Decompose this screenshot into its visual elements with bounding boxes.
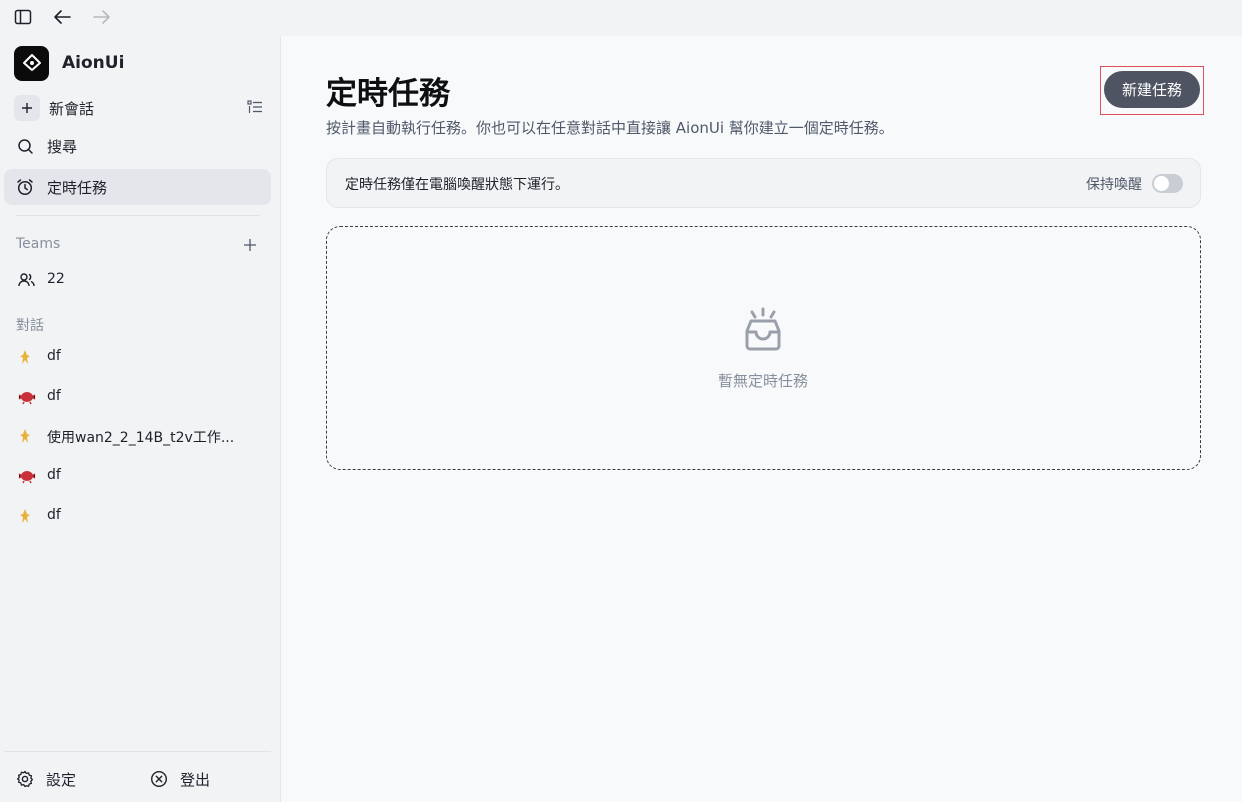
forward-arrow-icon[interactable] (90, 6, 114, 28)
search-icon (16, 137, 34, 155)
yellow-agent-icon (18, 349, 34, 365)
plus-icon (14, 95, 40, 121)
empty-inbox-icon (739, 307, 787, 355)
add-team-icon[interactable] (243, 237, 259, 253)
yellow-agent-icon (18, 428, 34, 444)
brand-name: AionUi (62, 53, 125, 73)
conversation-item[interactable]: df (4, 379, 271, 415)
sidebar-item-search[interactable]: 搜尋 (4, 128, 271, 164)
new-chat-label: 新會話 (49, 100, 95, 118)
settings-button[interactable]: 設定 (16, 764, 76, 794)
close-circle-icon (150, 770, 168, 788)
alarm-clock-icon (16, 178, 34, 196)
conversation-label: df (47, 388, 61, 404)
sidebar-item-label: 定時任務 (47, 179, 108, 197)
conversation-item[interactable]: df (4, 498, 271, 534)
conversation-item[interactable]: df (4, 458, 271, 494)
sidebar-item-label: 搜尋 (47, 138, 78, 156)
page-title: 定時任務 (326, 76, 450, 112)
red-agent-icon (18, 389, 36, 405)
gear-icon (16, 770, 34, 788)
team-label: 22 (47, 271, 65, 287)
keep-awake-toggle[interactable] (1152, 174, 1183, 193)
list-view-icon[interactable] (247, 99, 265, 117)
page-description: 按計畫自動執行任務。你也可以在任意對話中直接讓 AionUi 幫你建立一個定時任… (326, 119, 894, 137)
conversations-section-title: 對話 (16, 318, 44, 334)
toggle-knob (1154, 176, 1169, 191)
main-content: 定時任務 按計畫自動執行任務。你也可以在任意對話中直接讓 AionUi 幫你建立… (280, 36, 1242, 802)
sidebar: AionUi 新會話 搜尋 定時任務 Teams 22 對話 df df 使用w… (0, 36, 280, 802)
conversation-label: df (47, 467, 61, 483)
conversation-label: df (47, 507, 61, 523)
sidebar-item-scheduled-tasks[interactable]: 定時任務 (4, 169, 271, 205)
conversation-item[interactable]: 使用wan2_2_14B_t2v工作... (4, 418, 271, 454)
new-task-highlight: 新建任務 (1100, 66, 1204, 115)
brand[interactable]: AionUi (14, 45, 124, 81)
settings-label: 設定 (46, 770, 77, 789)
conversation-label: 使用wan2_2_14B_t2v工作... (47, 430, 235, 446)
new-chat-button[interactable]: 新會話 (4, 90, 271, 126)
keep-awake-label: 保持喚醒 (1086, 177, 1142, 193)
conversation-item[interactable]: df (4, 339, 271, 375)
empty-state-text: 暫無定時任務 (717, 372, 808, 390)
divider (16, 215, 260, 216)
empty-state-panel: 暫無定時任務 (326, 226, 1201, 470)
logout-button[interactable]: 登出 (150, 764, 210, 794)
awake-notice-bar: 定時任務僅在電腦喚醒狀態下運行。 保持喚醒 (326, 158, 1201, 208)
notice-text: 定時任務僅在電腦喚醒狀態下運行。 (345, 177, 569, 193)
conversation-label: df (47, 348, 61, 364)
yellow-agent-icon (18, 508, 34, 524)
back-arrow-icon[interactable] (50, 6, 74, 28)
team-users-icon (18, 272, 35, 288)
logout-label: 登出 (180, 770, 211, 789)
aionui-logo-icon (14, 45, 49, 81)
red-agent-icon (18, 468, 36, 484)
team-item[interactable]: 22 (4, 262, 271, 298)
new-task-button[interactable]: 新建任務 (1104, 71, 1200, 108)
sidebar-toggle-icon[interactable] (11, 6, 35, 28)
divider (4, 751, 271, 752)
teams-section-title: Teams (16, 236, 61, 252)
title-bar (0, 0, 1242, 36)
